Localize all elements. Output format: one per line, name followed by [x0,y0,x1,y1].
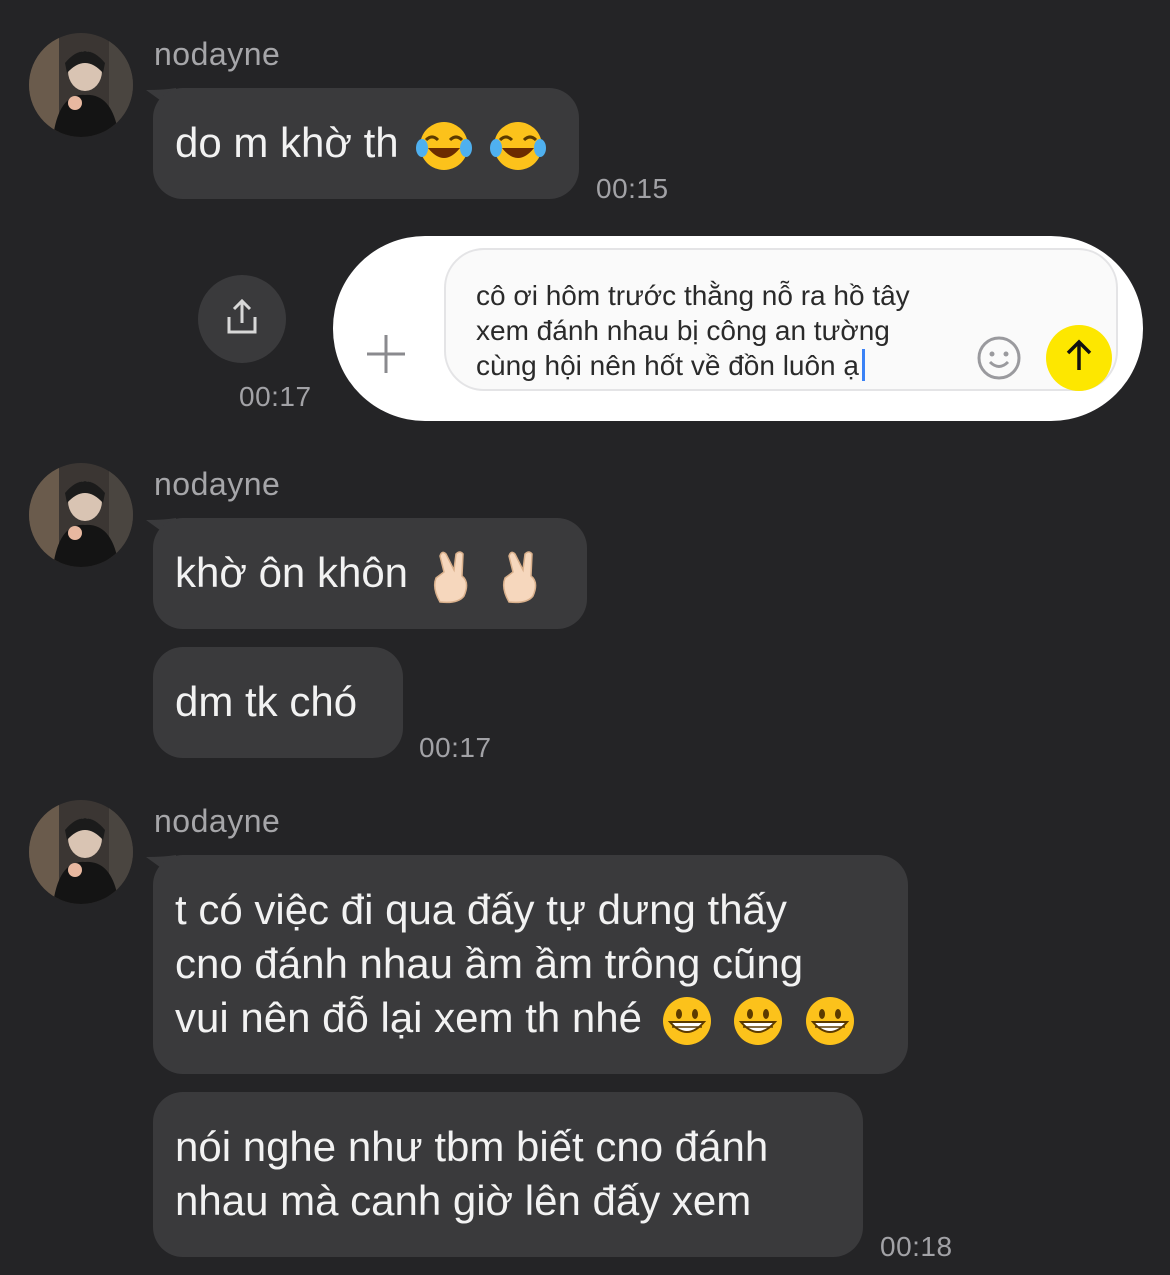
grinning-emoji [660,994,714,1048]
text-caret [861,349,865,381]
draft-line: cô ơi hôm trước thằng nỗ ra hồ tây [476,280,910,311]
avatar[interactable] [29,463,133,567]
message-bubble[interactable]: nói nghe như tbm biết cno đánh nhau mà c… [153,1092,863,1257]
message-text: dm tk chó [175,678,358,725]
sticker-button[interactable] [976,335,1022,381]
sender-name: nodayne [154,803,281,839]
arrow-up-icon [1061,338,1097,379]
plus-icon [363,335,409,381]
draft-line: xem đánh nhau bị công an tường [476,315,890,346]
message-text: cno đánh nhau ầm ầm trông cũng [175,940,804,987]
message-text: t có việc đi qua đấy tự dưng thấy [175,886,787,933]
avatar[interactable] [29,800,133,904]
message-timestamp: 00:18 [880,1231,953,1262]
sender-name: nodayne [154,466,281,502]
message-line-with-emoji: vui nên đỗ lại xem th nhé [175,991,886,1048]
share-icon [222,297,262,342]
tears-of-joy-emoji [416,118,473,174]
message-text: vui nên đỗ lại xem th nhé [175,994,642,1041]
message-timestamp: 00:17 [419,732,492,763]
message-text: do m khờ th [175,119,399,166]
message-timestamp: 00:15 [596,173,669,204]
share-timestamp: 00:17 [239,381,312,412]
grinning-emoji [731,994,785,1048]
message-bubble[interactable]: dm tk chó [153,647,403,758]
draft-line: cùng hội nên hốt về đồn luôn ạ [476,350,859,381]
send-button[interactable] [1046,325,1112,391]
smiley-icon [976,336,1022,385]
draft-text: cô ơi hôm trước thằng nỗ ra hồ tây xem đ… [476,278,956,383]
message-bubble[interactable]: khờ ôn khôn [153,518,587,629]
sender-name: nodayne [154,36,281,72]
message-bubble[interactable]: t có việc đi qua đấy tự dưng thấy cno đá… [153,855,908,1074]
message-composer: cô ơi hôm trước thằng nỗ ra hồ tây xem đ… [333,236,1143,421]
crossed-fingers-emoji [426,548,478,604]
message-bubble[interactable]: do m khờ th [153,88,579,199]
share-button[interactable] [198,275,286,363]
message-text: khờ ôn khôn [175,549,409,596]
message-text: nói nghe như tbm biết cno đánh [175,1123,769,1170]
draft-line-last: cùng hội nên hốt về đồn luôn ạ [476,348,956,383]
grinning-emoji [803,994,857,1048]
message-text: nhau mà canh giờ lên đấy xem [175,1177,752,1224]
plus-button[interactable] [363,331,409,377]
tears-of-joy-emoji [489,118,546,174]
message-input[interactable]: cô ơi hôm trước thằng nỗ ra hồ tây xem đ… [444,248,1118,391]
chat-screen: nodayne do m khờ th 00:15 00:17 cô ơi hô… [0,0,1170,1275]
crossed-fingers-emoji [495,548,547,604]
avatar[interactable] [29,33,133,137]
